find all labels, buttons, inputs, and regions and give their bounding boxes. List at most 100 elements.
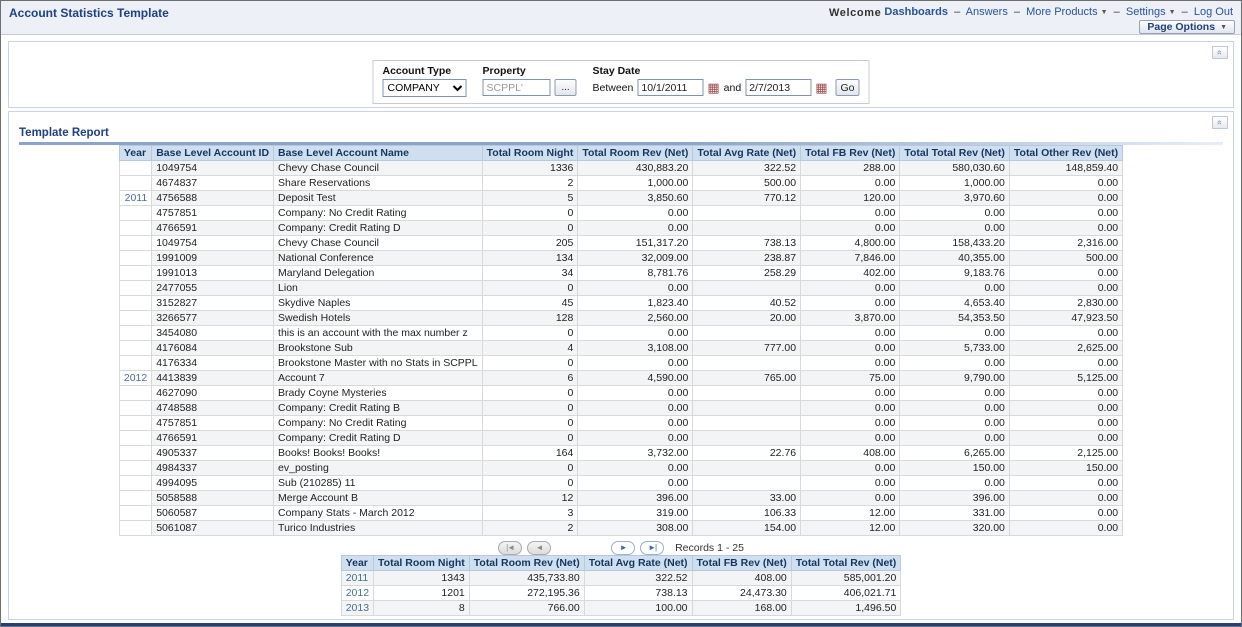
stay-date-to-input[interactable] bbox=[745, 79, 811, 96]
column-header-other-rev: Total Other Rev (Net) bbox=[1009, 146, 1122, 161]
fb-rev-cell: 4,800.00 bbox=[801, 236, 900, 251]
year-group-cell[interactable] bbox=[119, 176, 151, 191]
total-rev-cell: 0.00 bbox=[900, 431, 1010, 446]
account-name-cell: Chevy Chase Council bbox=[274, 236, 483, 251]
nav-dashboards-link[interactable]: Dashboards bbox=[884, 6, 948, 18]
and-label: and bbox=[724, 82, 742, 94]
year-group-cell[interactable] bbox=[119, 506, 151, 521]
year-group-cell[interactable] bbox=[119, 446, 151, 461]
account-name-cell: Brady Coyne Mysteries bbox=[274, 386, 483, 401]
nav-answers-link[interactable]: Answers bbox=[966, 6, 1008, 18]
year-group-cell[interactable] bbox=[119, 416, 151, 431]
summary-fb-rev-cell: 408.00 bbox=[692, 571, 791, 586]
account-type-select[interactable]: COMPANY bbox=[382, 79, 466, 97]
room-rev-cell: 3,850.60 bbox=[578, 191, 693, 206]
summary-table: Year Total Room Night Total Room Rev (Ne… bbox=[341, 555, 902, 616]
room-rev-cell: 0.00 bbox=[578, 281, 693, 296]
room-rev-cell: 0.00 bbox=[578, 356, 693, 371]
account-id-cell: 5060587 bbox=[152, 506, 274, 521]
summary-year-cell[interactable]: 2012 bbox=[341, 586, 373, 601]
room-rev-cell: 8,781.76 bbox=[578, 266, 693, 281]
collapse-icon: « bbox=[1214, 120, 1225, 125]
summary-year-cell[interactable]: 2013 bbox=[341, 601, 373, 616]
collapse-icon: « bbox=[1214, 50, 1225, 55]
account-name-cell: Maryland Delegation bbox=[274, 266, 483, 281]
room-rev-cell: 319.00 bbox=[578, 506, 693, 521]
stay-date-from-input[interactable] bbox=[637, 79, 703, 96]
go-button[interactable]: Go bbox=[835, 79, 859, 96]
fb-rev-cell: 120.00 bbox=[801, 191, 900, 206]
account-name-cell: ev_posting bbox=[274, 461, 483, 476]
year-group-cell[interactable] bbox=[119, 521, 151, 536]
next-page-button[interactable]: ► bbox=[611, 541, 635, 555]
other-rev-cell: 0.00 bbox=[1009, 191, 1122, 206]
year-group-cell[interactable] bbox=[119, 461, 151, 476]
year-group-cell[interactable] bbox=[119, 491, 151, 506]
fb-rev-cell: 0.00 bbox=[801, 386, 900, 401]
year-group-cell[interactable] bbox=[119, 296, 151, 311]
year-group-cell[interactable] bbox=[119, 356, 151, 371]
room-night-cell: 12 bbox=[482, 491, 578, 506]
other-rev-cell: 0.00 bbox=[1009, 266, 1122, 281]
room-rev-cell: 3,108.00 bbox=[578, 341, 693, 356]
previous-page-icon: ◄ bbox=[536, 543, 543, 552]
room-night-cell: 6 bbox=[482, 371, 578, 386]
year-group-cell[interactable] bbox=[119, 431, 151, 446]
dashboard-page: Account Statistics Template Welcome Dash… bbox=[0, 0, 1242, 627]
summary-room-rev-cell: 766.00 bbox=[469, 601, 584, 616]
chevron-down-icon: ▼ bbox=[1220, 24, 1227, 31]
year-group-cell[interactable] bbox=[119, 161, 151, 176]
year-group-cell[interactable] bbox=[119, 266, 151, 281]
table-row: 5061087 Turico Industries 2 308.00 154.0… bbox=[119, 521, 1122, 536]
year-group-cell[interactable] bbox=[119, 326, 151, 341]
last-page-button[interactable]: ►| bbox=[640, 541, 664, 555]
year-group-cell[interactable] bbox=[119, 221, 151, 236]
other-rev-cell: 0.00 bbox=[1009, 431, 1122, 446]
property-input[interactable] bbox=[482, 79, 550, 96]
room-night-cell: 0 bbox=[482, 401, 578, 416]
summary-year-cell[interactable]: 2011 bbox=[341, 571, 373, 586]
other-rev-cell: 0.00 bbox=[1009, 506, 1122, 521]
room-night-cell: 0 bbox=[482, 326, 578, 341]
account-id-cell: 4176084 bbox=[152, 341, 274, 356]
total-rev-cell: 9,790.00 bbox=[900, 371, 1010, 386]
year-group-cell[interactable]: 2012 bbox=[119, 371, 151, 386]
avg-rate-cell bbox=[693, 431, 801, 446]
year-group-cell[interactable]: 2011 bbox=[119, 191, 151, 206]
calendar-icon[interactable]: ▦ bbox=[815, 81, 827, 94]
nav-settings-link[interactable]: Settings ▼ bbox=[1126, 6, 1176, 18]
avg-rate-cell: 20.00 bbox=[693, 311, 801, 326]
room-night-cell: 5 bbox=[482, 191, 578, 206]
collapse-section-button[interactable]: « bbox=[1212, 116, 1228, 129]
records-count-text: Records 1 - 25 bbox=[675, 542, 744, 554]
year-group-cell[interactable] bbox=[119, 236, 151, 251]
column-header-year: Year bbox=[119, 146, 151, 161]
table-row: 1991013 Maryland Delegation 34 8,781.76 … bbox=[119, 266, 1122, 281]
room-night-cell: 0 bbox=[482, 221, 578, 236]
table-row: 4757851 Company: No Credit Rating 0 0.00… bbox=[119, 206, 1122, 221]
table-row: 1049754 Chevy Chase Council 205 151,317.… bbox=[119, 236, 1122, 251]
year-group-cell[interactable] bbox=[119, 311, 151, 326]
nav-more-products-link[interactable]: More Products ▼ bbox=[1026, 6, 1108, 18]
page-options-button[interactable]: Page Options ▼ bbox=[1139, 20, 1235, 34]
other-rev-cell: 0.00 bbox=[1009, 416, 1122, 431]
collapse-section-button[interactable]: « bbox=[1212, 46, 1228, 59]
other-rev-cell: 0.00 bbox=[1009, 206, 1122, 221]
account-name-cell: Books! Books! Books! bbox=[274, 446, 483, 461]
nav-log-out-link[interactable]: Log Out bbox=[1194, 6, 1233, 18]
year-group-cell[interactable] bbox=[119, 251, 151, 266]
year-group-cell[interactable] bbox=[119, 206, 151, 221]
table-row: 3152827 Skydive Naples 45 1,823.40 40.52… bbox=[119, 296, 1122, 311]
table-row: 4176334 Brookstone Master with no Stats … bbox=[119, 356, 1122, 371]
year-group-cell[interactable] bbox=[119, 476, 151, 491]
year-group-cell[interactable] bbox=[119, 281, 151, 296]
avg-rate-cell: 238.87 bbox=[693, 251, 801, 266]
summary-total-rev-cell: 585,001.20 bbox=[791, 571, 901, 586]
avg-rate-cell: 500.00 bbox=[693, 176, 801, 191]
year-group-cell[interactable] bbox=[119, 401, 151, 416]
property-browse-button[interactable]: ... bbox=[554, 79, 576, 96]
avg-rate-cell: 258.29 bbox=[693, 266, 801, 281]
calendar-icon[interactable]: ▦ bbox=[707, 81, 719, 94]
year-group-cell[interactable] bbox=[119, 386, 151, 401]
year-group-cell[interactable] bbox=[119, 341, 151, 356]
